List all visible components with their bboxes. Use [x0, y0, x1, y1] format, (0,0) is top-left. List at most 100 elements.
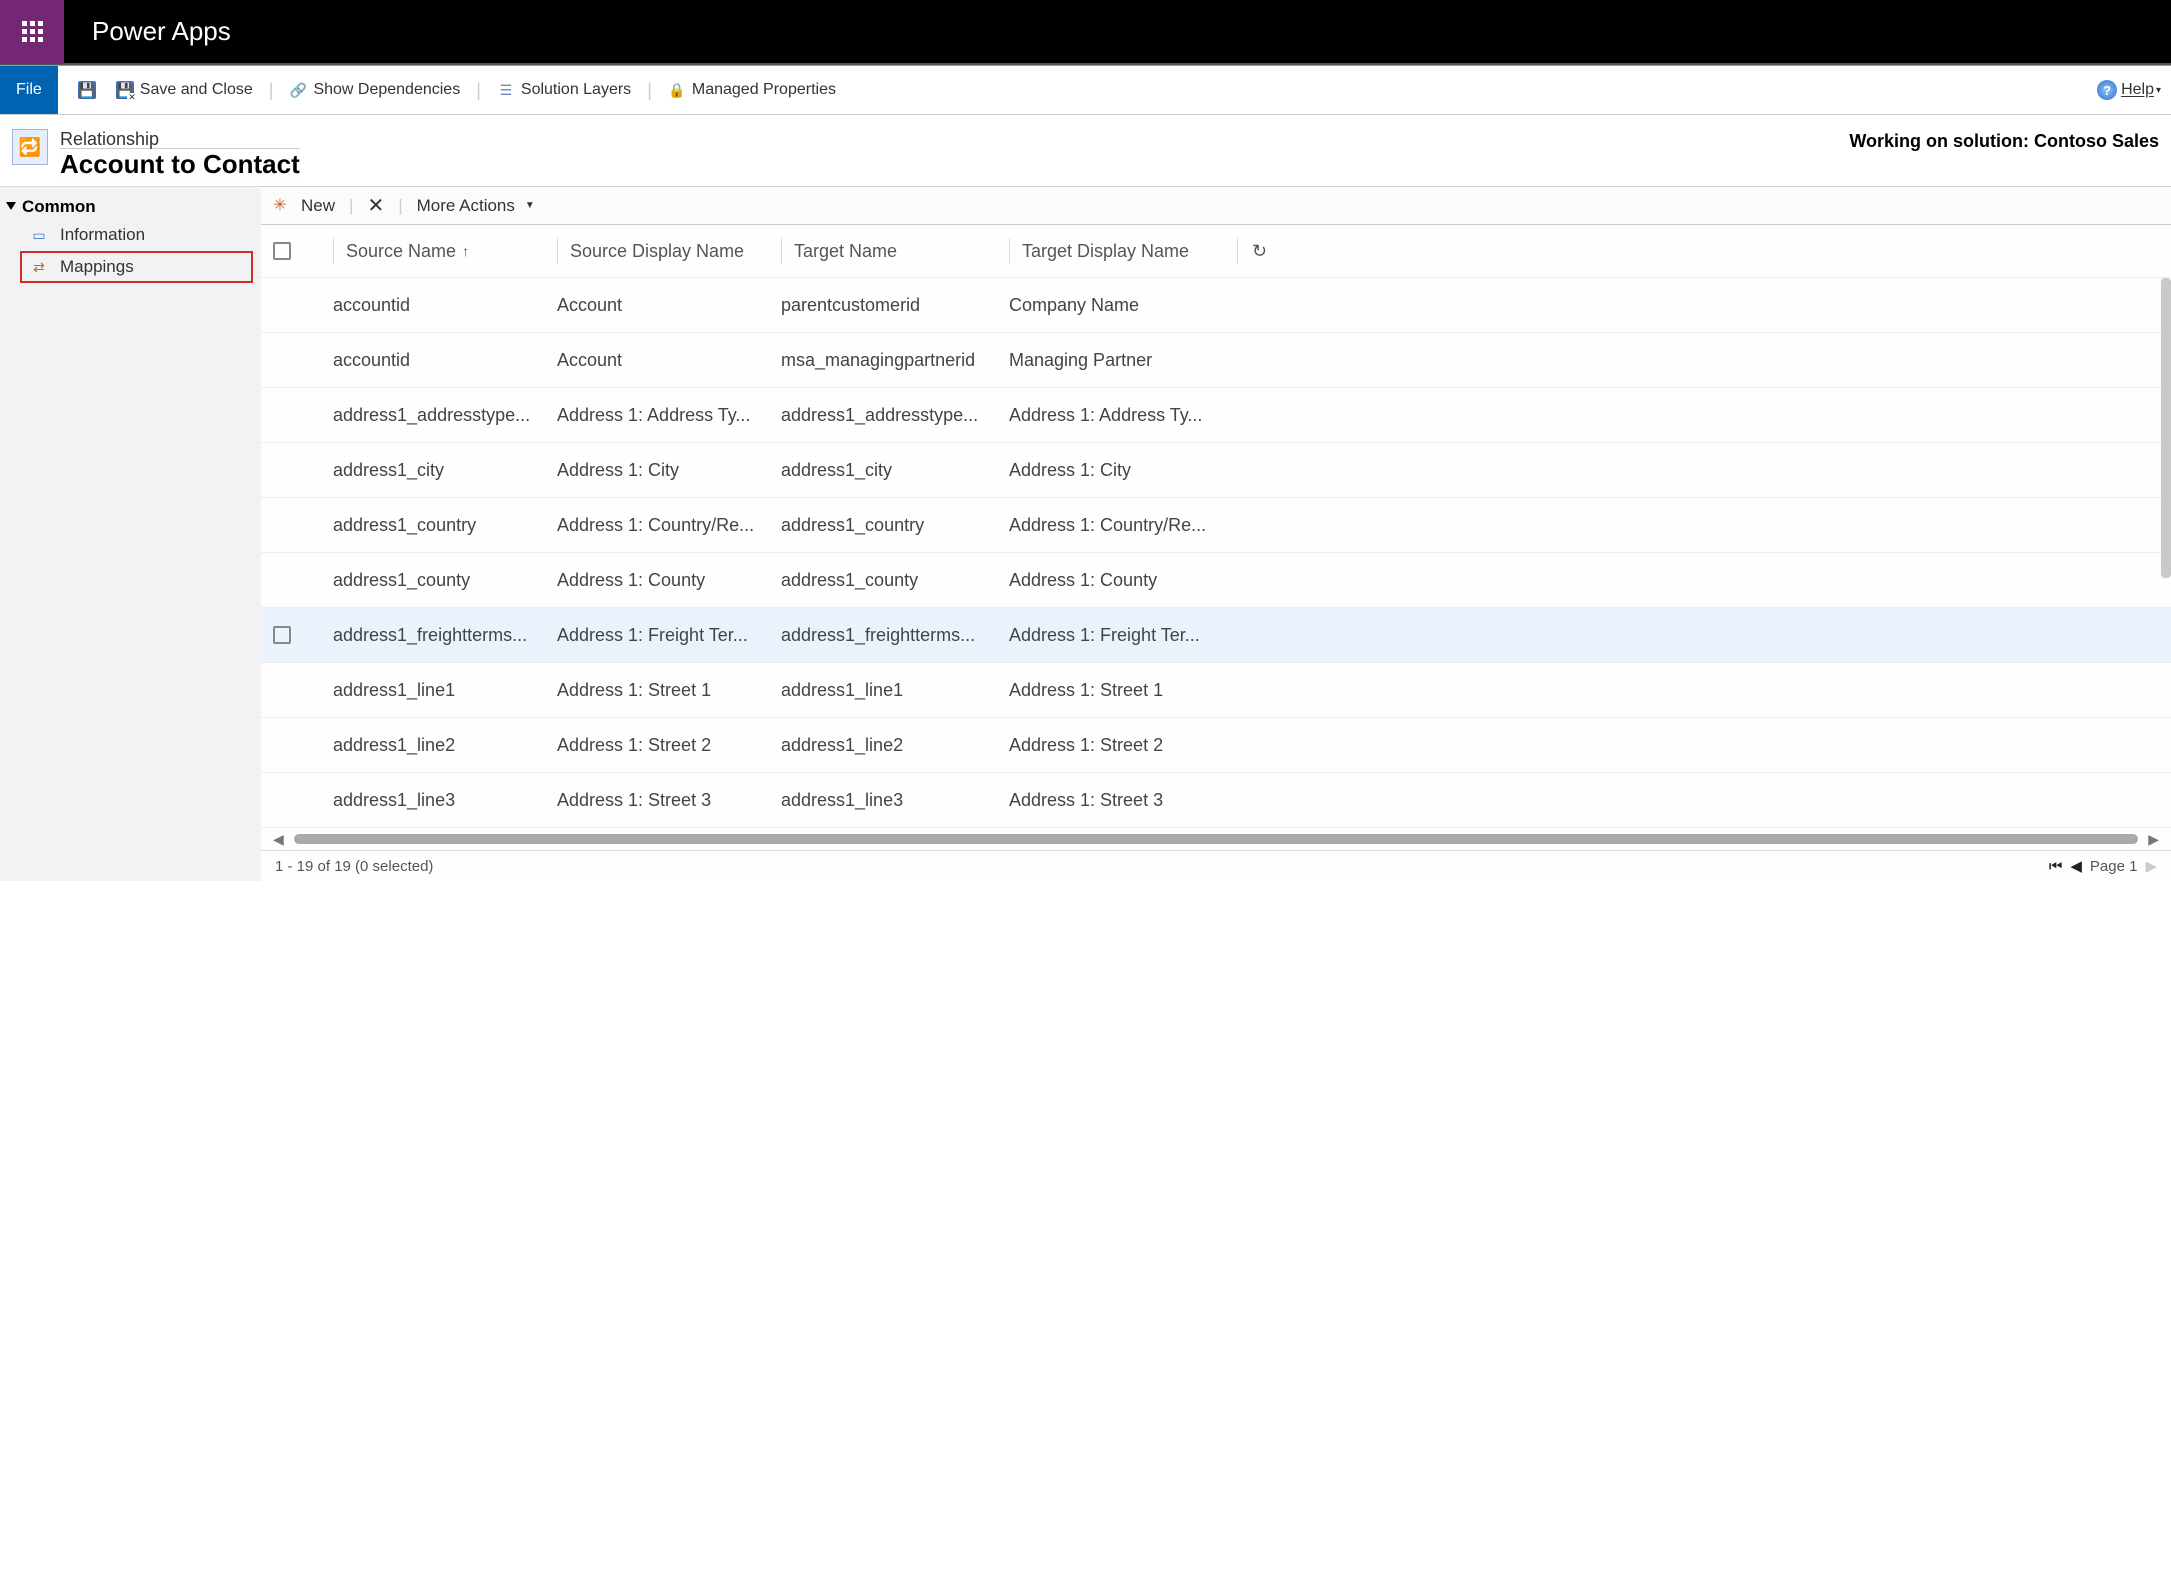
table-row[interactable]: address1_cityAddress 1: Cityaddress1_cit… [261, 443, 2171, 498]
column-label: Target Display Name [1022, 241, 1189, 262]
select-all-column[interactable] [273, 238, 333, 264]
context-title: Account to Contact [60, 148, 300, 180]
layers-icon: ☰ [497, 81, 515, 99]
toolbar-separator: | [398, 196, 402, 216]
more-actions-label: More Actions [417, 196, 515, 216]
next-page-button[interactable]: ▶ [2145, 857, 2157, 875]
cell-target-display-name: Address 1: Street 3 [1009, 790, 1237, 811]
cell-source-display-name: Address 1: Street 1 [557, 680, 781, 701]
cell-target-display-name: Address 1: Country/Re... [1009, 515, 1237, 536]
grid-toolbar: ✳ New | ✕ | More Actions ▼ [261, 187, 2171, 225]
save-and-close-label: Save and Close [140, 81, 253, 99]
cell-source-display-name: Address 1: County [557, 570, 781, 591]
cell-target-display-name: Address 1: Freight Ter... [1009, 625, 1237, 646]
body: Common ▭ Information ⇄ Mappings ✳ New | … [0, 186, 2171, 881]
column-label: Source Name [346, 241, 456, 262]
cell-source-display-name: Address 1: Street 3 [557, 790, 781, 811]
show-dependencies-button[interactable]: 🔗 Show Dependencies [289, 81, 460, 99]
column-source-display-name[interactable]: Source Display Name [557, 238, 781, 264]
scroll-left-icon[interactable]: ◀ [273, 831, 284, 848]
table-row[interactable]: address1_addresstype...Address 1: Addres… [261, 388, 2171, 443]
column-label: Target Name [794, 241, 897, 262]
save-close-icon: 💾 [116, 81, 134, 99]
prev-page-button[interactable]: ◀ [2070, 857, 2082, 875]
save-and-close-button[interactable]: 💾 Save and Close [116, 81, 253, 99]
sort-ascending-icon: ↑ [462, 243, 469, 259]
cell-target-name: address1_freightterms... [781, 625, 1009, 646]
sidebar: Common ▭ Information ⇄ Mappings [0, 186, 261, 881]
table-row[interactable]: accountidAccountmsa_managingpartneridMan… [261, 333, 2171, 388]
cell-source-name: address1_line1 [333, 680, 557, 701]
app-title: Power Apps [92, 16, 231, 47]
column-target-display-name[interactable]: Target Display Name [1009, 238, 1237, 264]
managed-properties-button[interactable]: 🔒 Managed Properties [668, 81, 836, 99]
table-row[interactable]: address1_line3Address 1: Street 3address… [261, 773, 2171, 828]
cell-source-name: address1_country [333, 515, 557, 536]
horizontal-scrollbar[interactable]: ◀ ▶ [261, 828, 2171, 850]
row-checkbox[interactable] [273, 626, 333, 644]
cell-source-display-name: Address 1: City [557, 460, 781, 481]
toolbar-separator: | [349, 196, 353, 216]
sidebar-item-information[interactable]: ▭ Information [0, 221, 261, 249]
refresh-button[interactable]: ↻ [1237, 238, 1269, 264]
cell-target-display-name: Address 1: County [1009, 570, 1237, 591]
sidebar-item-mappings[interactable]: ⇄ Mappings [20, 251, 253, 283]
column-source-name[interactable]: Source Name ↑ [333, 238, 557, 264]
cell-source-display-name: Address 1: Country/Re... [557, 515, 781, 536]
cell-target-name: address1_county [781, 570, 1009, 591]
tree-node-common[interactable]: Common [0, 193, 261, 221]
cell-target-name: address1_country [781, 515, 1009, 536]
help-link[interactable]: ? Help ▾ [2097, 80, 2161, 100]
new-icon: ✳ [271, 197, 289, 215]
cell-source-display-name: Account [557, 295, 781, 316]
managed-icon: 🔒 [668, 81, 686, 99]
cell-source-name: address1_line2 [333, 735, 557, 756]
app-header: Power Apps [0, 0, 2171, 65]
refresh-icon: ↻ [1250, 241, 1269, 262]
delete-button[interactable]: ✕ [367, 193, 384, 218]
file-menu[interactable]: File [0, 66, 58, 114]
dependencies-icon: 🔗 [289, 81, 307, 99]
cell-target-display-name: Company Name [1009, 295, 1237, 316]
table-row[interactable]: address1_countryAddress 1: Country/Re...… [261, 498, 2171, 553]
pager: ⏮ ◀ Page 1 ▶ [2049, 857, 2157, 875]
grid-body[interactable]: accountidAccountparentcustomeridCompany … [261, 277, 2171, 828]
show-dependencies-label: Show Dependencies [313, 81, 460, 99]
chevron-down-icon: ▼ [525, 200, 535, 211]
new-button[interactable]: ✳ New [271, 196, 335, 216]
sidebar-item-label: Mappings [60, 257, 134, 277]
page-label: Page 1 [2090, 858, 2138, 875]
scroll-right-icon[interactable]: ▶ [2148, 831, 2159, 848]
cell-source-display-name: Address 1: Street 2 [557, 735, 781, 756]
ribbon-separator: | [476, 80, 481, 101]
ribbon-separator: | [269, 80, 274, 101]
relationship-icon: 🔁 [12, 129, 48, 165]
sidebar-item-label: Information [60, 225, 145, 245]
save-button[interactable]: 💾 [78, 81, 102, 99]
table-row[interactable]: accountidAccountparentcustomeridCompany … [261, 278, 2171, 333]
cell-target-display-name: Address 1: City [1009, 460, 1237, 481]
delete-icon: ✕ [367, 193, 384, 218]
cell-source-name: address1_freightterms... [333, 625, 557, 646]
vertical-scroll-thumb[interactable] [2161, 278, 2171, 578]
app-launcher[interactable] [0, 0, 64, 64]
scroll-track[interactable] [294, 834, 2138, 844]
table-row[interactable]: address1_countyAddress 1: Countyaddress1… [261, 553, 2171, 608]
grid-footer: 1 - 19 of 19 (0 selected) ⏮ ◀ Page 1 ▶ [261, 850, 2171, 881]
first-page-button[interactable]: ⏮ [2049, 858, 2063, 875]
cell-source-name: address1_addresstype... [333, 405, 557, 426]
information-icon: ▭ [30, 226, 48, 244]
cell-target-name: address1_line2 [781, 735, 1009, 756]
cell-target-name: address1_addresstype... [781, 405, 1009, 426]
table-row[interactable]: address1_freightterms...Address 1: Freig… [261, 608, 2171, 663]
solution-layers-button[interactable]: ☰ Solution Layers [497, 81, 631, 99]
more-actions-menu[interactable]: More Actions ▼ [417, 196, 535, 216]
table-row[interactable]: address1_line2Address 1: Street 2address… [261, 718, 2171, 773]
solution-layers-label: Solution Layers [521, 81, 631, 99]
table-row[interactable]: address1_line1Address 1: Street 1address… [261, 663, 2171, 718]
context-header: 🔁 Relationship Account to Contact Workin… [0, 115, 2171, 186]
grid: Source Name ↑ Source Display Name Target… [261, 225, 2171, 881]
cell-target-name: address1_line1 [781, 680, 1009, 701]
column-target-name[interactable]: Target Name [781, 238, 1009, 264]
save-icon: 💾 [78, 81, 96, 99]
